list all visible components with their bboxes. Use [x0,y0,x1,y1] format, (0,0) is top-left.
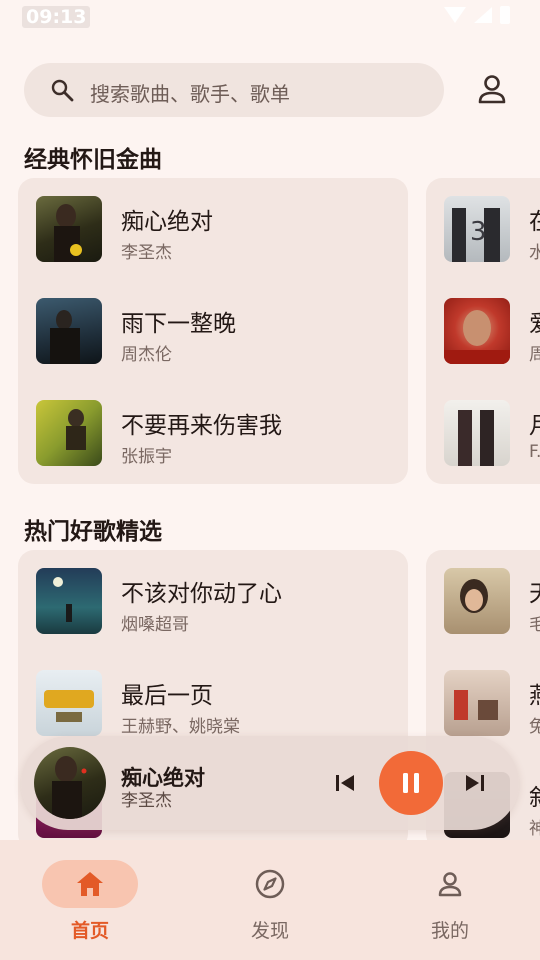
song-row[interactable]: 燕 兔 [426,670,540,740]
album-cover [444,400,510,466]
song-title: 雨下一整晚 [121,311,236,337]
album-cover [36,400,102,466]
song-card: 痴心绝对 李圣杰 雨下一整晚 周杰伦 不要再来伤害我 张振宇 [18,178,408,484]
song-artist: 兔 [529,717,540,737]
album-cover [444,568,510,634]
bottom-nav: 首页 发现 我的 [0,840,540,960]
mini-player[interactable]: 痴心绝对 李圣杰 [21,736,519,830]
album-cover [36,670,102,736]
signal-icon [474,7,492,23]
song-artist: 周 [529,345,540,365]
person-icon [438,872,462,897]
album-cover [36,196,102,262]
song-artist: 水 [529,243,540,263]
now-playing-cover [34,747,106,819]
song-row[interactable]: 雨下一整晚 周杰伦 [18,298,408,368]
song-title: 痴心绝对 [121,209,213,235]
song-title: 在 [529,202,540,236]
song-row[interactable]: 爱 周 [426,298,540,368]
song-artist: 周杰伦 [121,345,172,365]
nav-label: 首页 [70,920,109,942]
status-time: 09:13 [22,6,91,28]
battery-icon [500,6,510,24]
status-bar: 09:13 [0,0,540,36]
song-card: 3 在 水 爱 周 月 F. [426,178,540,484]
song-artist: 李圣杰 [121,243,172,263]
section-title: 经典怀旧金曲 [24,147,162,173]
song-artist: 神 [529,819,540,839]
album-cover: 3 [444,196,510,262]
search-placeholder: 搜索歌曲、歌手、歌单 [90,82,290,106]
song-title: 叙 [529,778,540,812]
search-icon [51,79,74,102]
song-artist: 张振宇 [121,447,172,467]
profile-icon[interactable] [474,72,510,108]
song-title: 爱 [529,304,540,338]
status-icons [444,6,510,24]
song-title: 天 [529,574,540,608]
search-bar[interactable]: 搜索歌曲、歌手、歌单 [24,63,444,117]
song-title: 不要再来伤害我 [121,413,282,439]
now-playing-artist: 李圣杰 [121,791,172,811]
nav-item-mine[interactable]: 我的 [360,840,540,960]
previous-icon[interactable] [333,771,357,795]
song-title: 燕 [529,676,540,710]
song-row[interactable]: 天 毛 [426,568,540,638]
song-row[interactable]: 不该对你动了心 烟嗓超哥 [18,568,408,638]
song-artist: F. [529,442,540,462]
pause-icon [403,773,419,793]
album-cover [444,298,510,364]
song-title: 月 [529,406,540,440]
song-artist: 王赫野、姚晓棠 [121,717,240,737]
nav-item-discover[interactable]: 发现 [180,840,360,960]
album-cover [36,568,102,634]
home-icon [77,872,103,896]
song-row[interactable]: 3 在 水 [426,196,540,266]
song-artist: 毛 [529,615,540,635]
nav-item-home[interactable]: 首页 [0,840,180,960]
song-row[interactable]: 最后一页 王赫野、姚晓棠 [18,670,408,740]
nav-label: 我的 [430,920,469,942]
pause-button[interactable] [379,751,443,815]
svg-text:3: 3 [470,217,487,247]
song-row[interactable]: 不要再来伤害我 张振宇 [18,400,408,470]
nav-label: 发现 [250,920,289,942]
album-cover [444,670,510,736]
next-icon[interactable] [463,771,487,795]
song-row[interactable]: 月 F. [426,400,540,470]
section-title: 热门好歌精选 [24,519,162,545]
wifi-icon [444,7,466,23]
album-cover [36,298,102,364]
song-title: 最后一页 [121,683,213,709]
song-row[interactable]: 痴心绝对 李圣杰 [18,196,408,266]
song-title: 不该对你动了心 [121,581,282,607]
compass-icon [255,869,285,899]
song-artist: 烟嗓超哥 [121,615,189,635]
